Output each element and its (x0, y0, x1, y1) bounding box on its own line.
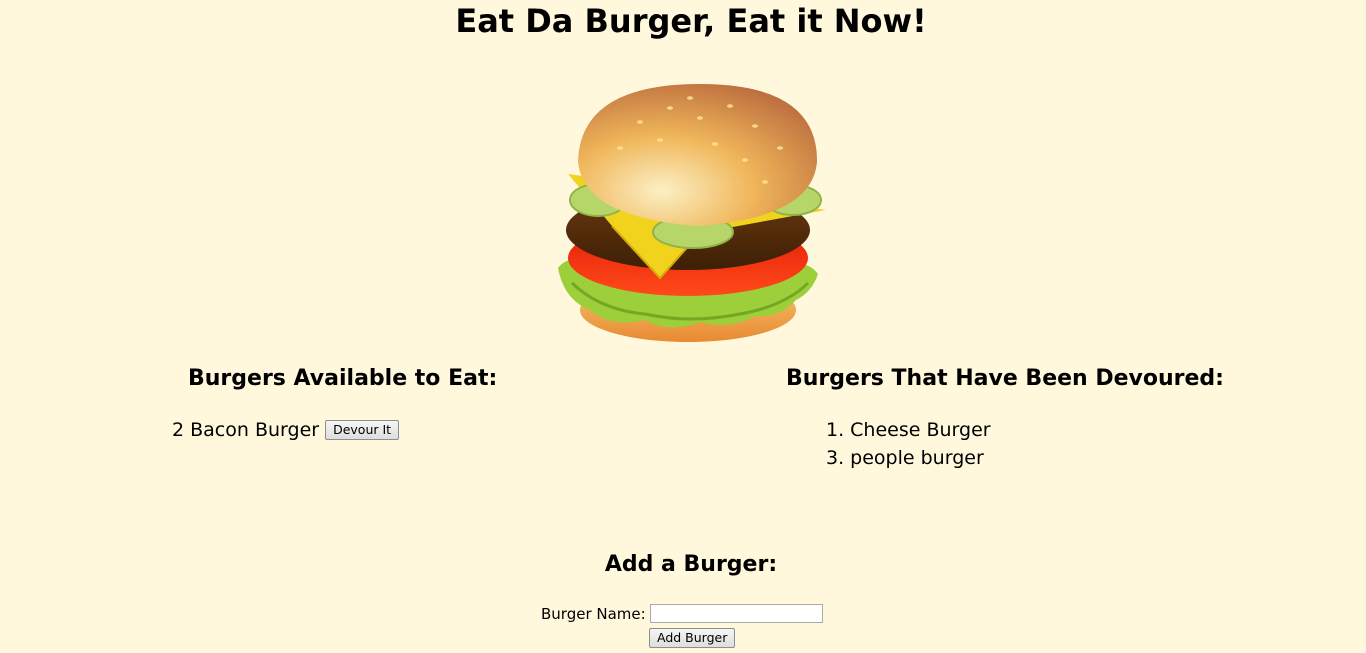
list-item: 3. people burger (826, 447, 984, 469)
add-burger-form: Burger Name: (541, 604, 823, 623)
devour-button[interactable]: Devour It (325, 420, 400, 440)
add-burger-heading: Add a Burger: (604, 552, 778, 577)
devoured-list: 1. Cheese Burger 3. people burger (826, 419, 991, 475)
list-item: 2 Bacon Burger Devour It (172, 419, 400, 441)
burger-name-label: Burger Name: (541, 604, 646, 623)
burger-icon (558, 84, 826, 342)
available-heading: Burgers Available to Eat: (188, 366, 498, 391)
list-item: 1. Cheese Burger (826, 419, 991, 441)
burger-name-input[interactable] (649, 604, 823, 623)
page-title: Eat Da Burger, Eat it Now! (455, 2, 927, 40)
add-burger-button[interactable]: Add Burger (649, 628, 736, 648)
devoured-heading: Burgers That Have Been Devoured: (786, 366, 1224, 391)
burger-name: 2 Bacon Burger (172, 419, 320, 441)
available-list: 2 Bacon Burger Devour It (172, 419, 400, 441)
